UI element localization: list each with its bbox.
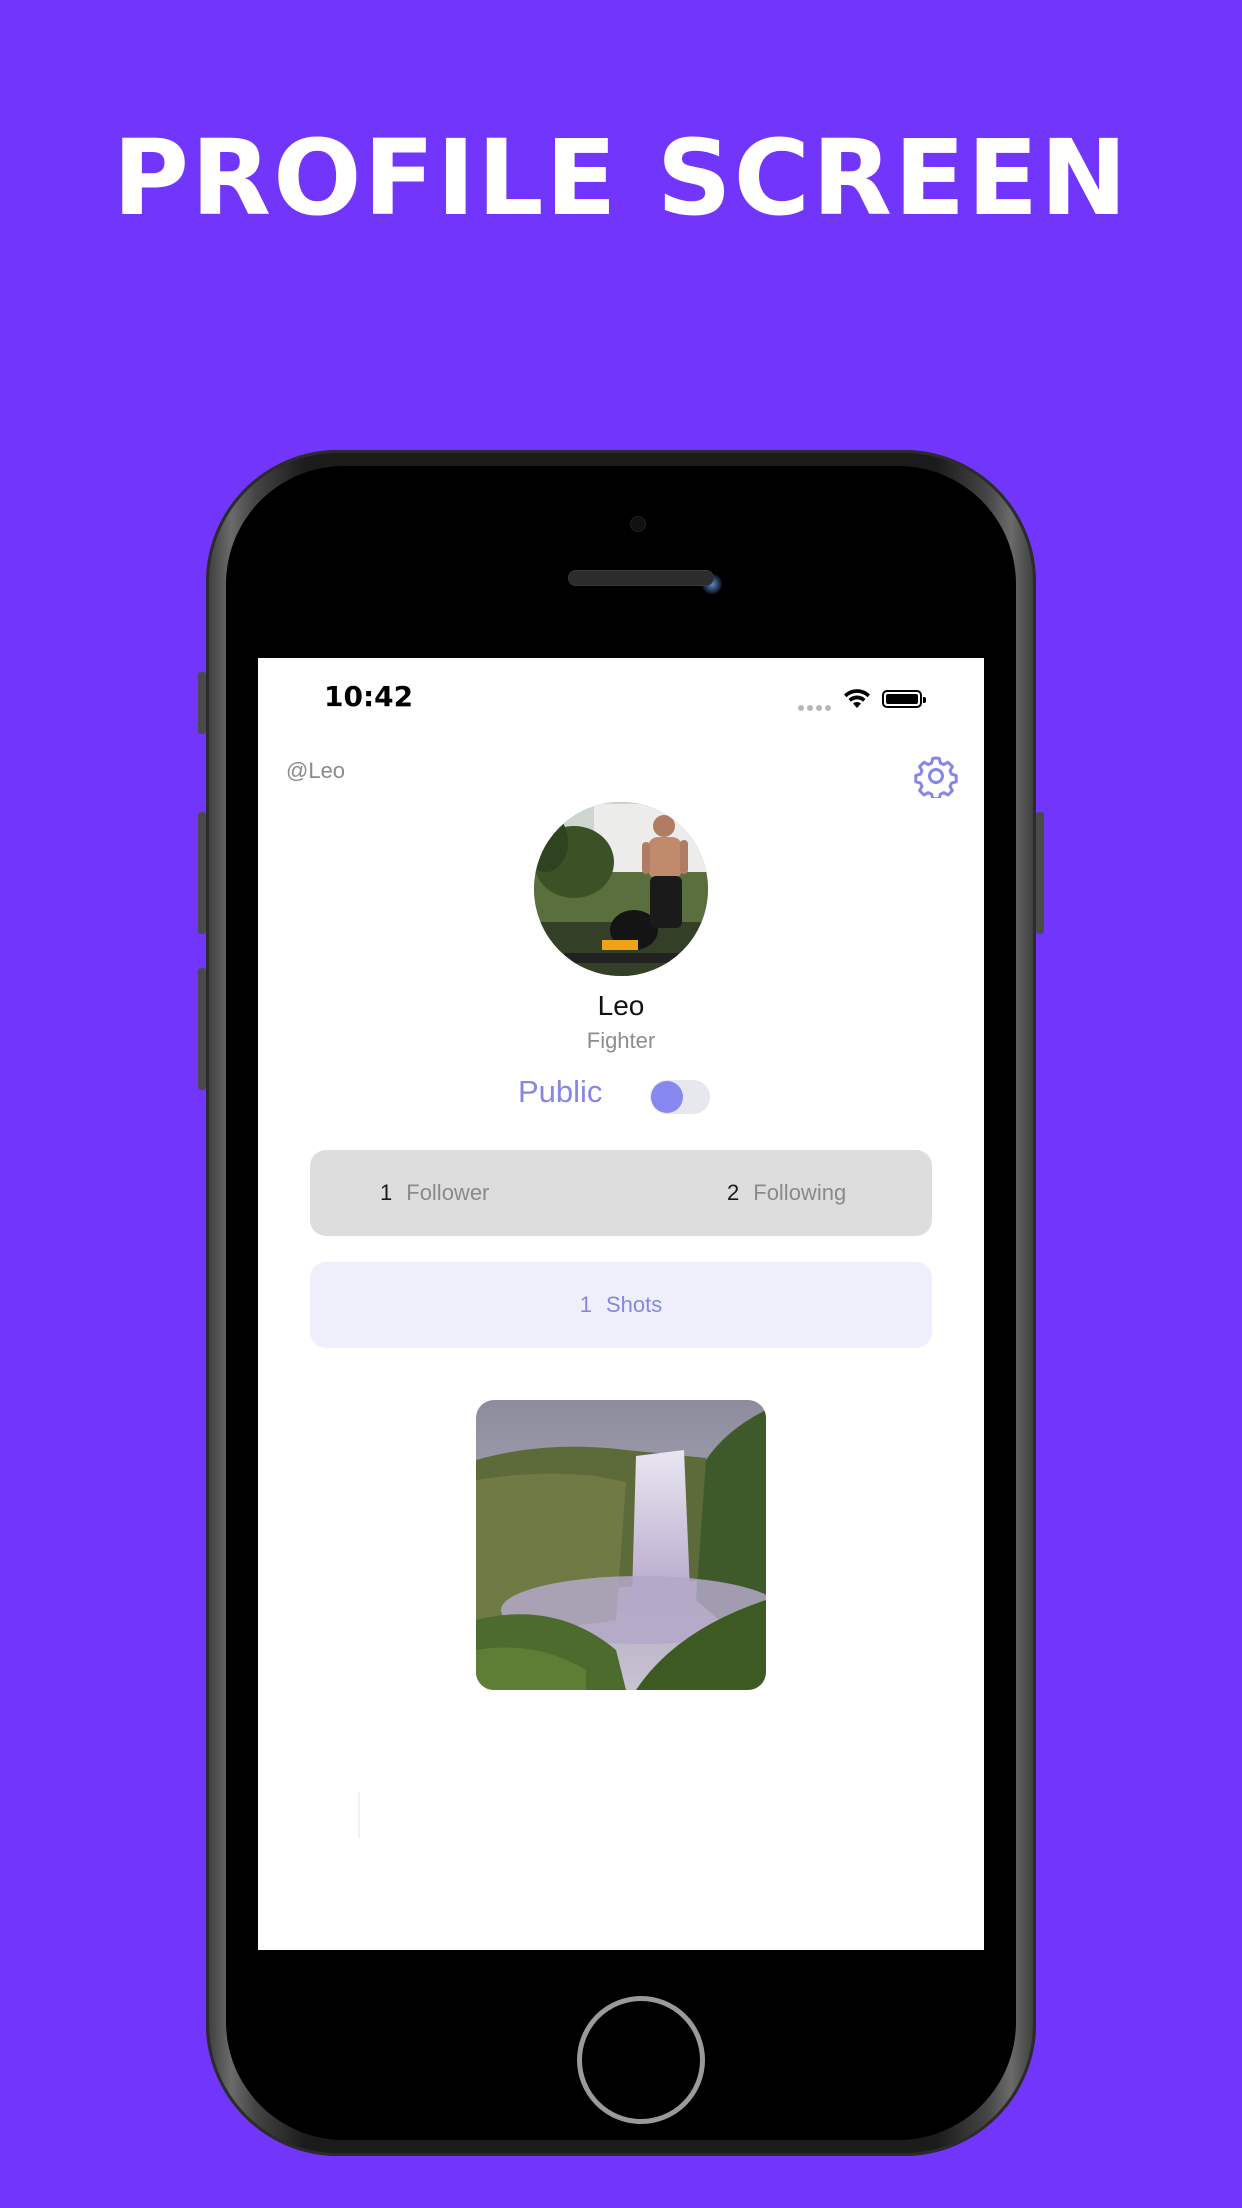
follow-stats-card: 1 Follower 2 Following (310, 1150, 932, 1236)
divider (358, 1792, 360, 1838)
earpiece-speaker (568, 570, 714, 586)
followers-label: Follower (406, 1180, 490, 1205)
shot-thumbnail[interactable] (476, 1400, 766, 1690)
volume-up-button (198, 812, 206, 934)
battery-icon (882, 690, 926, 708)
username-handle: @Leo (286, 758, 346, 783)
waterfall-photo (476, 1400, 766, 1690)
headline: PROFILE SCREEN (112, 117, 1130, 239)
followers-stat[interactable]: 1 Follower (380, 1180, 489, 1206)
following-stat[interactable]: 2 Following (727, 1180, 846, 1206)
shots-stat: 1 Shots (310, 1292, 932, 1318)
signal-icon (798, 698, 834, 716)
wifi-icon (844, 689, 870, 708)
proximity-sensor (630, 516, 646, 532)
following-count: 2 (727, 1180, 740, 1205)
following-label: Following (753, 1180, 847, 1205)
visibility-toggle[interactable] (650, 1080, 710, 1114)
profile-role: Fighter (586, 1028, 656, 1053)
shots-card[interactable]: 1 Shots (310, 1262, 932, 1348)
toggle-knob (651, 1081, 683, 1113)
followers-count: 1 (380, 1180, 393, 1205)
settings-gear-icon[interactable] (914, 754, 958, 798)
power-button (1036, 812, 1044, 934)
app-screen: 10:42 @Leo Leo Fighter Public 1 Follower… (258, 658, 984, 1950)
profile-name: Leo (597, 990, 645, 1021)
visibility-label: Public (518, 1074, 603, 1109)
status-indicators (798, 688, 938, 712)
status-time: 10:42 (324, 680, 414, 713)
avatar-photo (534, 802, 708, 976)
visibility-row: Public (518, 1070, 738, 1114)
volume-down-button (198, 968, 206, 1090)
mute-switch (198, 672, 206, 734)
profile-avatar[interactable] (534, 802, 708, 976)
shots-count: 1 (579, 1292, 592, 1317)
shots-label: Shots (605, 1292, 663, 1317)
home-button[interactable] (577, 1996, 705, 2124)
